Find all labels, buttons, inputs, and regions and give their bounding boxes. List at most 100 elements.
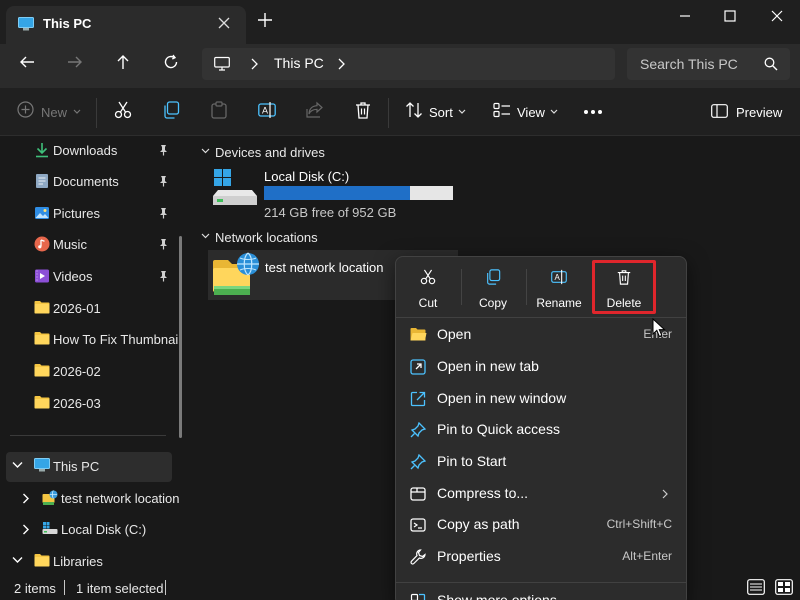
menu-item-label: Open: [437, 326, 472, 342]
sidebar-item-folder-2026-01[interactable]: 2026-01: [0, 294, 180, 324]
menu-item-open[interactable]: Open Enter: [400, 319, 682, 351]
drive-name: Local Disk (C:): [264, 169, 350, 184]
drive-free-space: 214 GB free of 952 GB: [264, 205, 397, 220]
chevron-down-icon[interactable]: [201, 148, 210, 154]
chevron-right-icon[interactable]: [250, 58, 258, 70]
chevron-down-icon: [550, 109, 558, 114]
sidebar-item-folder-2026-03[interactable]: 2026-03: [0, 389, 180, 419]
menu-item-label: Open in new window: [437, 390, 567, 406]
group-header-devices[interactable]: Devices and drives: [215, 145, 325, 160]
close-window-icon[interactable]: [754, 6, 800, 26]
status-divider: [64, 580, 65, 595]
menu-item-copy-as-path[interactable]: Copy as path Ctrl+Shift+C: [400, 509, 682, 541]
status-item-count: 2 items: [14, 581, 56, 596]
chevron-down-icon[interactable]: [12, 461, 23, 469]
pin-icon[interactable]: [157, 207, 169, 219]
pin-icon[interactable]: [157, 175, 169, 187]
trash-icon[interactable]: [354, 101, 372, 119]
tree-item-test-network-location[interactable]: test network location: [0, 484, 180, 514]
new-icon[interactable]: [17, 101, 34, 118]
sidebar-item-folder-2026-02[interactable]: 2026-02: [0, 357, 180, 387]
group-header-network[interactable]: Network locations: [215, 230, 318, 245]
tree-item-this-pc[interactable]: This PC: [0, 452, 180, 482]
menu-item-shortcut: Ctrl+Shift+C: [606, 517, 672, 531]
details-view-icon[interactable]: [747, 579, 765, 595]
tree-item-local-disk[interactable]: Local Disk (C:): [0, 515, 180, 545]
sidebar-item-label: Downloads: [53, 143, 118, 158]
chevron-down-icon[interactable]: [12, 556, 23, 564]
paste-icon[interactable]: [210, 101, 228, 119]
scissors-icon: [420, 269, 436, 285]
new-tab-icon[interactable]: [258, 13, 272, 27]
rename-button[interactable]: A Rename: [529, 261, 589, 313]
sidebar-item-label: Pictures: [53, 206, 100, 221]
pin-icon[interactable]: [157, 238, 169, 250]
preview-button[interactable]: Preview: [736, 105, 782, 120]
back-icon[interactable]: [19, 54, 35, 70]
sort-icon[interactable]: [405, 101, 423, 119]
menu-item-label: Open in new tab: [437, 358, 539, 374]
menu-item-compress[interactable]: Compress to...: [400, 478, 682, 510]
folder-icon: [34, 363, 50, 377]
view-button[interactable]: View: [517, 105, 545, 120]
up-icon[interactable]: [115, 54, 131, 70]
chevron-right-icon[interactable]: [22, 524, 30, 535]
chevron-right-icon[interactable]: [22, 493, 30, 504]
sidebar-item-documents[interactable]: Documents: [0, 167, 180, 197]
sidebar-item-downloads[interactable]: Downloads: [0, 136, 180, 166]
address-bar[interactable]: This PC: [202, 48, 615, 80]
rename-icon[interactable]: A: [258, 101, 276, 119]
sidebar-item-pictures[interactable]: Pictures: [0, 199, 180, 229]
chevron-down-icon: [73, 109, 81, 114]
drive-tile-local-disk[interactable]: Local Disk (C:) 214 GB free of 952 GB: [210, 165, 460, 223]
path-icon: [410, 517, 426, 533]
sidebar-item-how-to-fix-thumbnail[interactable]: How To Fix Thumbnail: [0, 325, 181, 355]
mouse-cursor-icon: [652, 318, 666, 338]
menu-item-pin-start[interactable]: Pin to Start: [400, 446, 682, 478]
chevron-right-icon: [662, 489, 668, 499]
view-icon[interactable]: [493, 101, 511, 119]
tab-this-pc[interactable]: This PC: [6, 6, 246, 44]
copy-button[interactable]: Copy: [463, 261, 523, 313]
scissors-icon[interactable]: [114, 101, 132, 119]
maximize-icon[interactable]: [707, 6, 753, 26]
pin-icon[interactable]: [157, 270, 169, 282]
menu-item-open-new-tab[interactable]: Open in new tab: [400, 351, 682, 383]
search-input[interactable]: Search This PC: [627, 48, 790, 80]
close-tab-icon[interactable]: [218, 17, 230, 29]
refresh-icon[interactable]: [163, 54, 179, 70]
computer-icon: [18, 17, 34, 31]
drive-icon: [42, 521, 58, 535]
chevron-right-icon[interactable]: [337, 58, 345, 70]
tiles-view-icon[interactable]: [775, 579, 793, 595]
delete-highlight-box: [592, 260, 656, 314]
menu-item-pin-quick-access[interactable]: Pin to Quick access: [400, 414, 682, 446]
breadcrumb[interactable]: This PC: [274, 55, 324, 71]
share-icon[interactable]: [306, 101, 324, 119]
svg-text:A: A: [555, 273, 561, 282]
more-icon[interactable]: [583, 109, 603, 115]
tab-title: This PC: [43, 16, 92, 31]
forward-icon[interactable]: [67, 54, 83, 70]
sidebar-scrollbar[interactable]: [179, 236, 182, 438]
sidebar-item-music[interactable]: Music: [0, 230, 180, 260]
menu-item-show-more-options[interactable]: Show more options: [400, 585, 682, 600]
sidebar-item-videos[interactable]: Videos: [0, 262, 180, 292]
chevron-down-icon[interactable]: [201, 233, 210, 239]
network-folder-icon: [42, 490, 58, 506]
menu-item-open-new-window[interactable]: Open in new window: [400, 383, 682, 415]
menu-item-properties[interactable]: Properties Alt+Enter: [400, 541, 682, 573]
pin-icon[interactable]: [157, 144, 169, 156]
new-button[interactable]: New: [41, 105, 67, 120]
cut-button[interactable]: Cut: [398, 261, 458, 313]
tree-item-label: test network location: [61, 491, 180, 506]
chevron-down-icon: [458, 109, 466, 114]
rename-label: Rename: [536, 296, 582, 310]
rename-icon: A: [551, 269, 567, 285]
menu-item-label: Properties: [437, 548, 501, 564]
minimize-icon[interactable]: [662, 6, 708, 26]
copy-icon[interactable]: [162, 101, 180, 119]
preview-pane-icon[interactable]: [711, 104, 728, 118]
sort-button[interactable]: Sort: [429, 105, 453, 120]
tree-item-libraries[interactable]: Libraries: [0, 547, 180, 577]
